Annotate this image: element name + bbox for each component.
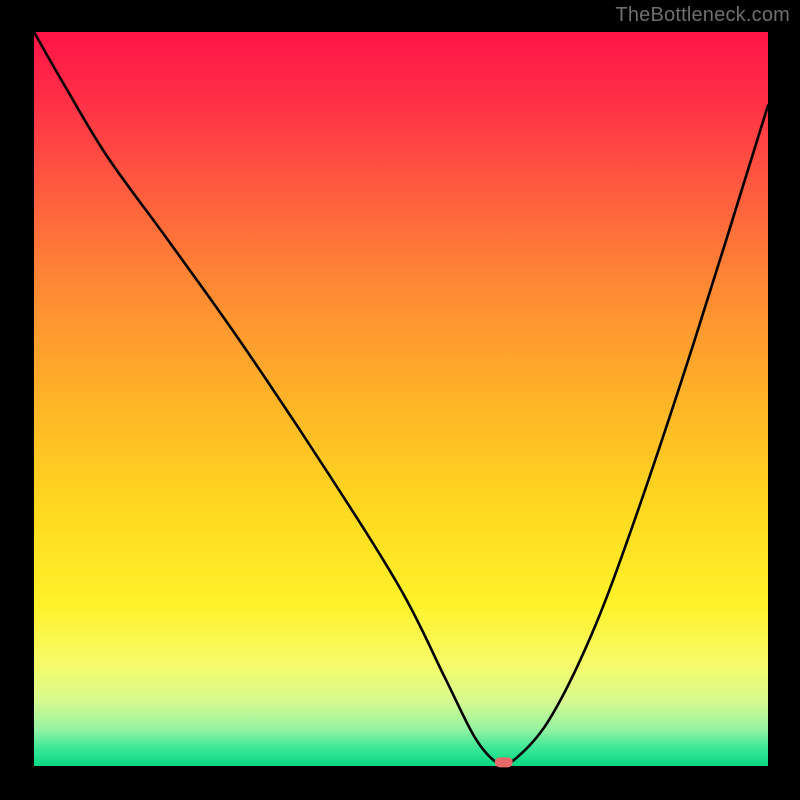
- chart-plot-area: [34, 32, 768, 766]
- chart-frame: TheBottleneck.com: [0, 0, 800, 800]
- watermark-text: TheBottleneck.com: [615, 4, 790, 27]
- bottleneck-chart: [0, 0, 800, 800]
- optimum-marker: [495, 757, 513, 767]
